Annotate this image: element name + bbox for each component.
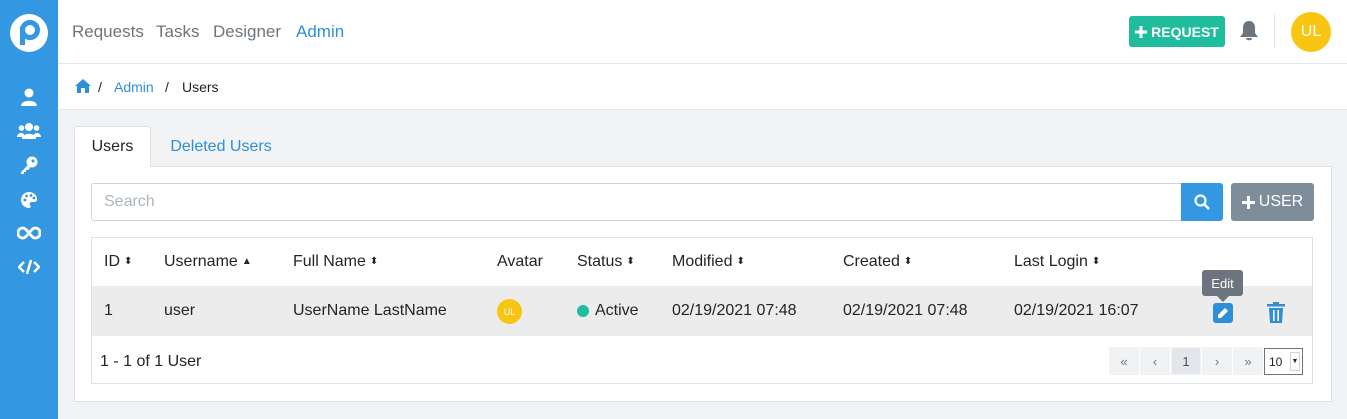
- column-header-created[interactable]: Created ⬍: [843, 253, 912, 271]
- nav-designer[interactable]: Designer: [213, 22, 281, 42]
- sort-icon: ⬍: [626, 256, 635, 267]
- breadcrumb-admin[interactable]: Admin: [114, 79, 154, 95]
- sort-icon: ⬍: [369, 256, 379, 267]
- sort-icon: ⬍: [736, 256, 745, 267]
- pagination-summary: 1 - 1 of 1 User: [100, 353, 202, 370]
- sort-asc-icon: ▲: [241, 256, 252, 267]
- user-icon[interactable]: [16, 86, 42, 108]
- column-header-id[interactable]: ID ⬍: [104, 253, 132, 271]
- add-user-label: USER: [1258, 193, 1304, 210]
- page-1-button[interactable]: 1: [1171, 347, 1201, 375]
- processmaker-logo[interactable]: [9, 13, 49, 53]
- row-avatar: UL: [497, 299, 522, 324]
- tab-users[interactable]: Users: [74, 126, 151, 167]
- column-header-status[interactable]: Status ⬍: [577, 253, 635, 271]
- plus-icon: [1135, 25, 1148, 38]
- cell-status: Active: [577, 302, 639, 320]
- pencil-icon: [1218, 308, 1228, 318]
- key-icon[interactable]: [16, 154, 42, 176]
- cell-modified: 02/19/2021 07:48: [672, 302, 797, 319]
- top-navbar: Requests Tasks Designer Admin REQUEST UL: [58, 0, 1347, 64]
- nav-admin[interactable]: Admin: [296, 22, 344, 42]
- new-request-button[interactable]: REQUEST: [1129, 16, 1225, 47]
- nav-tasks[interactable]: Tasks: [156, 22, 199, 42]
- sidebar: [0, 0, 58, 419]
- nav-requests[interactable]: Requests: [72, 22, 144, 42]
- trash-icon: [1267, 302, 1285, 323]
- chevron-down-icon: ▼: [1290, 352, 1300, 371]
- code-icon[interactable]: [16, 256, 42, 278]
- cell-last-login: 02/19/2021 16:07: [1014, 302, 1139, 319]
- sort-icon: ⬍: [903, 256, 913, 267]
- edit-tooltip: Edit: [1202, 270, 1243, 302]
- column-header-username[interactable]: Username ▲: [164, 253, 252, 271]
- search-icon: [1194, 194, 1210, 210]
- palette-icon[interactable]: [16, 189, 42, 211]
- search-input[interactable]: [91, 183, 1182, 221]
- breadcrumb-users: Users: [182, 79, 219, 95]
- bell-icon[interactable]: [1239, 20, 1259, 42]
- cell-username: user: [164, 302, 196, 319]
- breadcrumb-separator: /: [98, 79, 102, 95]
- search-button[interactable]: [1181, 183, 1223, 221]
- sort-icon: ⬍: [1091, 256, 1101, 267]
- tab-deleted-users[interactable]: Deleted Users: [156, 126, 286, 167]
- column-header-avatar: Avatar: [497, 253, 543, 270]
- cell-created: 02/19/2021 07:48: [843, 302, 968, 319]
- new-request-label: REQUEST: [1151, 23, 1219, 40]
- first-page-button[interactable]: «: [1109, 347, 1139, 375]
- users-icon[interactable]: [16, 120, 42, 142]
- navbar-divider: [1274, 14, 1275, 48]
- infinity-icon[interactable]: [16, 222, 42, 244]
- cell-full-name: UserName LastName: [293, 302, 447, 319]
- status-label: Active: [595, 302, 639, 319]
- sort-icon: ⬍: [124, 256, 133, 267]
- edit-button[interactable]: [1213, 303, 1233, 323]
- breadcrumb-separator: /: [165, 79, 169, 95]
- per-page-value: 10: [1269, 354, 1283, 369]
- home-icon[interactable]: [75, 79, 91, 93]
- breadcrumb: / Admin / Users: [58, 64, 1347, 110]
- add-user-button[interactable]: USER: [1231, 183, 1314, 221]
- column-header-last-login[interactable]: Last Login ⬍: [1014, 253, 1100, 271]
- next-page-button[interactable]: ›: [1202, 347, 1232, 375]
- plus-icon: [1241, 195, 1255, 209]
- status-active-dot: [577, 305, 589, 317]
- last-page-button[interactable]: »: [1233, 347, 1263, 375]
- column-header-full-name[interactable]: Full Name ⬍: [293, 253, 378, 271]
- column-header-modified[interactable]: Modified ⬍: [672, 253, 745, 271]
- per-page-select[interactable]: 10 ▼: [1264, 348, 1303, 375]
- prev-page-button[interactable]: ‹: [1140, 347, 1170, 375]
- cell-id: 1: [104, 302, 113, 319]
- delete-button[interactable]: [1266, 302, 1286, 324]
- user-avatar[interactable]: UL: [1291, 12, 1331, 52]
